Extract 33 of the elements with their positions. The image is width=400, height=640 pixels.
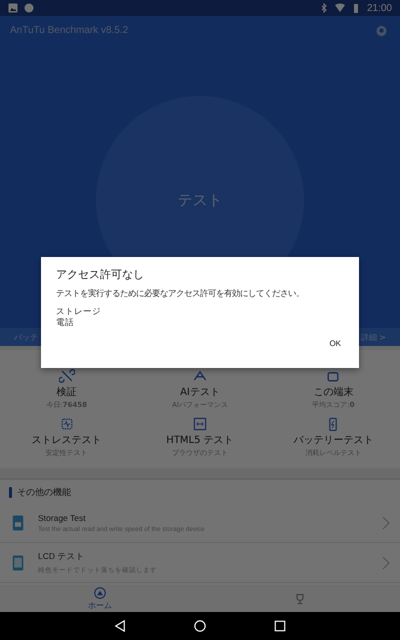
chevron-right-icon: [382, 516, 390, 530]
feature-title: Storage Test: [38, 512, 87, 522]
bluetooth-icon: [318, 3, 329, 13]
browser-icon[interactable]: [192, 416, 208, 432]
test-title[interactable]: AIテスト: [180, 385, 220, 399]
nav-tab[interactable]: ホーム: [0, 585, 200, 612]
test-title[interactable]: ストレステスト: [32, 433, 102, 447]
chevron-right-icon: [382, 556, 390, 570]
permission-item: ストレージ: [56, 307, 102, 318]
clock: 21:00: [366, 2, 392, 14]
trophy-icon: [294, 592, 306, 604]
feature-title: LCD テスト: [38, 550, 86, 562]
image-icon: [8, 3, 18, 13]
home-icon[interactable]: [194, 620, 206, 632]
battery-label: バッテ: [14, 332, 38, 342]
home-icon: [94, 586, 106, 598]
permission-item: 電話: [56, 318, 75, 329]
test-title[interactable]: この端末: [313, 385, 354, 399]
settings-icon[interactable]: [375, 24, 388, 36]
app-title: AnTuTu Benchmark v8.5.2: [10, 24, 130, 36]
test-title[interactable]: 検証: [56, 385, 77, 399]
wrench-icon[interactable]: [58, 368, 75, 384]
wifi-icon: [334, 3, 345, 13]
section-marker: [9, 487, 12, 498]
circle-icon: [24, 3, 34, 13]
chip-icon[interactable]: [58, 416, 75, 432]
sd-card-icon: [12, 514, 24, 532]
back-icon[interactable]: [114, 620, 126, 632]
ok-button[interactable]: OK: [325, 335, 345, 352]
section-heading: その他の機能: [17, 486, 71, 499]
test-title[interactable]: バッテリーテスト: [293, 433, 374, 447]
test-title[interactable]: HTML5 テスト: [166, 433, 234, 447]
recent-apps-icon[interactable]: [274, 620, 286, 632]
